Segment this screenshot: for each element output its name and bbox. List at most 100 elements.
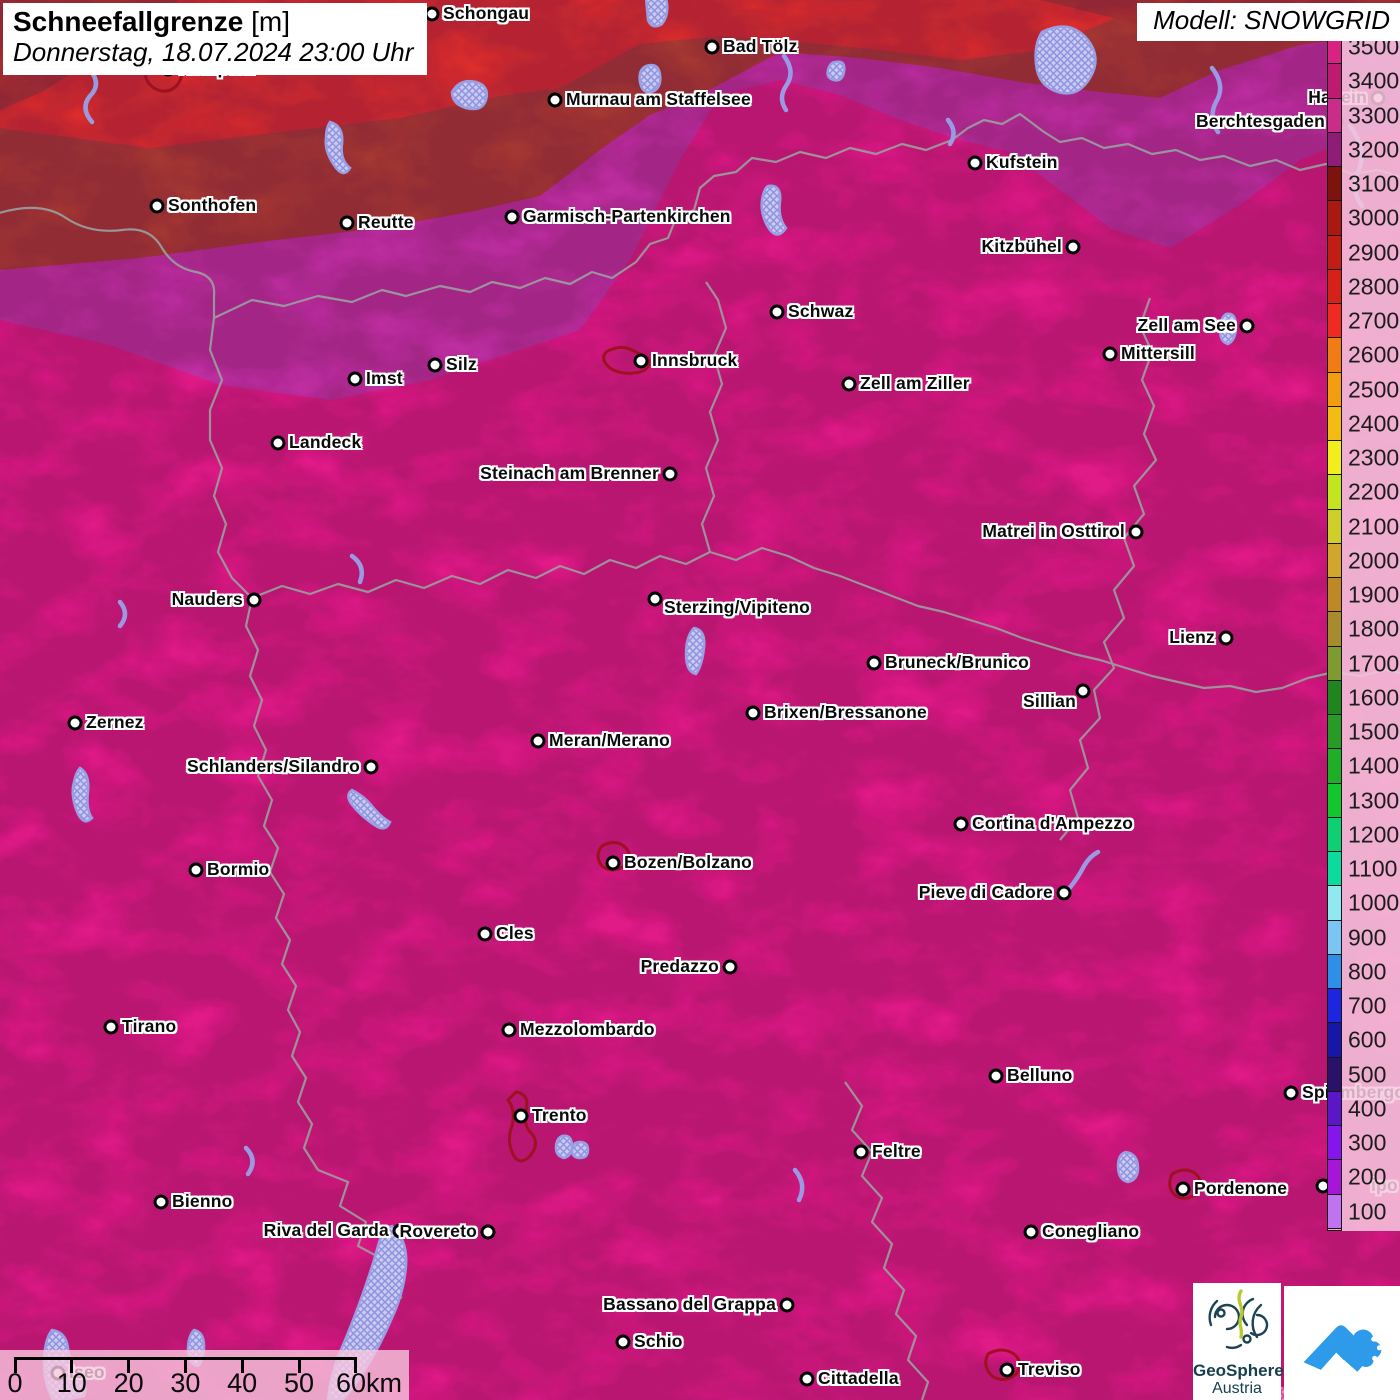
- city-dot: [770, 305, 785, 320]
- city-label: Bruneck/Brunico: [885, 652, 1029, 673]
- city-dot: [842, 377, 857, 392]
- city-dot: [348, 372, 363, 387]
- city-dot: [478, 927, 493, 942]
- city-dot: [1240, 319, 1255, 334]
- city-label: Garmisch-Partenkirchen: [523, 206, 731, 227]
- city-label: Belluno: [1007, 1065, 1073, 1086]
- colorbar-label: 3100: [1348, 171, 1399, 198]
- city-label: Zell am See: [1137, 315, 1236, 336]
- city-label: Bienno: [172, 1191, 233, 1212]
- colorbar-label: 700: [1348, 993, 1386, 1020]
- colorbar-label: 1800: [1348, 616, 1399, 643]
- city-label: Nauders: [172, 589, 243, 610]
- city-label: Cittadella: [818, 1368, 899, 1389]
- page-title: Schneefallgrenze [m]: [13, 7, 413, 38]
- colorbar-label: 100: [1348, 1198, 1386, 1225]
- colorbar-label: 600: [1348, 1027, 1386, 1054]
- map-screenshot: SchongauBad TölzKemptenMurnau am Staffel…: [0, 0, 1400, 1400]
- city-dot: [1076, 684, 1091, 699]
- colorbar-label: 3400: [1348, 68, 1399, 95]
- city-label: Berchtesgaden: [1196, 111, 1325, 132]
- colorbar-label: 2800: [1348, 273, 1399, 300]
- city-layer: SchongauBad TölzKemptenMurnau am Staffel…: [0, 0, 1400, 1400]
- colorbar-label: 2200: [1348, 479, 1399, 506]
- city-dot: [104, 1020, 119, 1035]
- colorbar-label: 400: [1348, 1095, 1386, 1122]
- colorbar-label: 2500: [1348, 376, 1399, 403]
- city-label: Silz: [446, 354, 477, 375]
- city-label: Rovereto: [400, 1221, 477, 1242]
- colorbar-frame: [1327, 30, 1342, 1231]
- city-dot: [531, 734, 546, 749]
- city-dot: [968, 156, 983, 171]
- city-dot: [1066, 240, 1081, 255]
- city-dot: [502, 1023, 517, 1038]
- city-dot: [723, 960, 738, 975]
- city-dot: [514, 1109, 529, 1124]
- city-dot: [989, 1069, 1004, 1084]
- colorbar-panel: 3500340033003200310030002900280027002600…: [1327, 30, 1400, 1231]
- city-dot: [1057, 886, 1072, 901]
- model-box: Modell: SNOWGRID: [1137, 3, 1400, 41]
- city-label: Bozen/Bolzano: [624, 852, 752, 873]
- city-label: Landeck: [289, 432, 361, 453]
- city-dot: [428, 358, 443, 373]
- colorbar-label: 800: [1348, 958, 1386, 985]
- city-label: Treviso: [1018, 1359, 1081, 1380]
- city-dot: [616, 1335, 631, 1350]
- city-label: Predazzo: [641, 956, 719, 977]
- city-dot: [271, 436, 286, 451]
- city-dot: [1129, 525, 1144, 540]
- city-dot: [648, 592, 663, 607]
- colorbar-label: 1000: [1348, 890, 1399, 917]
- city-dot: [68, 716, 83, 731]
- city-dot: [867, 656, 882, 671]
- city-dot: [548, 93, 563, 108]
- colorbar-label: 1300: [1348, 787, 1399, 814]
- city-dot: [1219, 631, 1234, 646]
- colorbar-label: 300: [1348, 1130, 1386, 1157]
- geosphere-logo-country: Austria: [1193, 1380, 1281, 1398]
- city-label: Sillian: [1023, 691, 1076, 712]
- city-dot: [154, 1195, 169, 1210]
- city-label: Kitzbühel: [981, 236, 1062, 257]
- scalebar: 0102030405060km: [0, 1350, 409, 1400]
- scalebar-label: 50: [284, 1368, 314, 1399]
- city-label: Mezzolombardo: [520, 1019, 655, 1040]
- model-label: Modell: SNOWGRID: [1153, 5, 1390, 35]
- mountain-cloud-logo-icon: [1294, 1295, 1390, 1391]
- city-dot: [705, 40, 720, 55]
- city-label: Reutte: [358, 212, 414, 233]
- city-label: Cortina d'Ampezzo: [972, 813, 1133, 834]
- colorbar-label: 2300: [1348, 445, 1399, 472]
- colorbar-label: 2600: [1348, 342, 1399, 369]
- title-box: Schneefallgrenze [m] Donnerstag, 18.07.2…: [3, 3, 427, 75]
- colorbar-label: 2700: [1348, 308, 1399, 335]
- city-label: Bassano del Grappa: [603, 1294, 776, 1315]
- scalebar-label: 30: [170, 1368, 200, 1399]
- geosphere-logo-name: GeoSphere: [1193, 1362, 1281, 1380]
- city-dot: [634, 354, 649, 369]
- title-datetime: Donnerstag, 18.07.2024 23:00 Uhr: [13, 38, 413, 68]
- city-label: Zernez: [86, 712, 144, 733]
- colorbar-label: 1500: [1348, 719, 1399, 746]
- scalebar-label: 40: [227, 1368, 257, 1399]
- colorbar-label: 1200: [1348, 821, 1399, 848]
- city-label: Mittersill: [1121, 343, 1195, 364]
- city-label: Conegliano: [1042, 1221, 1139, 1242]
- city-label: Matrei in Osttirol: [982, 521, 1125, 542]
- city-dot: [340, 216, 355, 231]
- city-dot: [1284, 1086, 1299, 1101]
- city-label: Riva del Garda: [264, 1220, 389, 1241]
- city-label: Kufstein: [986, 152, 1058, 173]
- scalebar-label: 10: [57, 1368, 87, 1399]
- colorbar-label: 200: [1348, 1164, 1386, 1191]
- colorbar-label: 3000: [1348, 205, 1399, 232]
- city-label: Steinach am Brenner: [480, 463, 659, 484]
- colorbar-label: 1400: [1348, 753, 1399, 780]
- colorbar-label: 900: [1348, 924, 1386, 951]
- city-dot: [1000, 1363, 1015, 1378]
- city-label: Lienz: [1169, 627, 1215, 648]
- colorbar-label: 2900: [1348, 239, 1399, 266]
- city-label: Cles: [496, 923, 534, 944]
